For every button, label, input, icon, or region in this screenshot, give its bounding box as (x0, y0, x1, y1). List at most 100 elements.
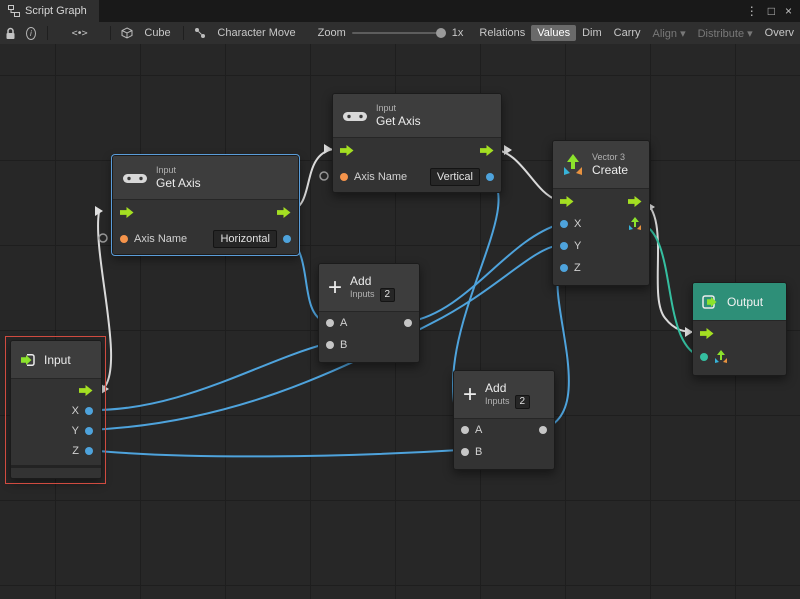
param-label: Axis Name (354, 171, 407, 183)
node-category: Input (376, 103, 421, 114)
lock-icon[interactable] (5, 27, 16, 40)
wire-input-z-to-add2-b[interactable] (88, 450, 460, 456)
flow-in-port[interactable] (120, 207, 134, 218)
node-header: Output (693, 283, 786, 321)
wire-add1-to-vector3-x[interactable] (408, 224, 560, 322)
axis-name-field[interactable]: Horizontal (213, 230, 277, 248)
node-title: Output (727, 295, 763, 309)
zoom-label: Zoom (318, 27, 346, 39)
z-in-port[interactable] (560, 264, 568, 272)
node-header: Vector 3 Create (553, 141, 649, 189)
node-category: Input (156, 165, 201, 176)
input-b-port[interactable] (326, 341, 334, 349)
port-label: X (72, 405, 79, 417)
value-out-port[interactable] (486, 173, 494, 181)
script-graph-window: Script Graph ⋮ □ × i <•> Cube (0, 0, 800, 599)
graph-asset-button[interactable]: Character Move (211, 25, 301, 41)
flow-in-port[interactable] (700, 328, 714, 339)
chevron-down-icon: ▾ (680, 28, 686, 40)
inputs-count-field[interactable]: 2 (515, 395, 531, 409)
graph-canvas[interactable]: Input Get Axis Axis Name Vertical (0, 44, 800, 599)
x-out-port[interactable] (85, 407, 93, 415)
cube-icon (121, 27, 133, 39)
maximize-icon[interactable]: □ (768, 5, 775, 17)
port-label: A (340, 317, 347, 329)
node-add-1[interactable]: + Add Inputs2 A B (318, 263, 420, 363)
node-category: Vector 3 (592, 152, 628, 163)
input-a-port[interactable] (461, 426, 469, 434)
align-dropdown[interactable]: Align ▾ (647, 25, 692, 42)
node-footer (11, 465, 101, 478)
zoom-slider[interactable] (352, 32, 446, 34)
unconnected-port-indicator[interactable] (99, 234, 107, 242)
node-vector3-create[interactable]: Vector 3 Create X Y (552, 140, 650, 286)
node-title: Input (44, 353, 71, 367)
input-b-port[interactable] (461, 448, 469, 456)
target-object-button[interactable]: Cube (138, 25, 176, 41)
flow-out-port[interactable] (480, 145, 494, 156)
graph-toolbar: i <•> Cube Character Move Zoom 1x Relati… (0, 22, 800, 45)
overview-button[interactable]: Overv (759, 25, 800, 41)
vector3-icon (562, 154, 584, 176)
flow-out-port[interactable] (628, 196, 642, 207)
node-output[interactable]: Output (692, 282, 787, 376)
node-add-2[interactable]: + Add Inputs2 A B (453, 370, 555, 470)
z-out-port[interactable] (85, 447, 93, 455)
port-label: Z (72, 445, 79, 457)
unconnected-port-indicator[interactable] (320, 172, 328, 180)
output-icon (702, 295, 719, 309)
value-out-port[interactable] (283, 235, 291, 243)
node-header: Input Get Axis (113, 156, 298, 200)
distribute-label: Distribute (698, 28, 744, 40)
port-label: B (475, 446, 482, 458)
tab-title: Script Graph (25, 5, 87, 17)
param-label: Axis Name (134, 233, 187, 245)
input-a-port[interactable] (326, 319, 334, 327)
port-label: Y (574, 240, 581, 252)
flow-in-port[interactable] (340, 145, 354, 156)
node-input[interactable]: Input X Y Z (10, 340, 102, 479)
y-in-port[interactable] (560, 242, 568, 250)
sum-out-port[interactable] (539, 426, 547, 434)
gamepad-icon (342, 108, 368, 124)
node-header: Input Get Axis (333, 94, 501, 138)
info-icon[interactable]: i (26, 27, 36, 40)
input-icon (20, 353, 36, 367)
flow-out-port[interactable] (277, 207, 291, 218)
vector3-result-port[interactable] (628, 217, 642, 231)
gamepad-icon (122, 170, 148, 186)
add-icon: + (328, 277, 342, 299)
zoom-slider-handle[interactable] (436, 28, 446, 38)
x-in-port[interactable] (560, 220, 568, 228)
node-title: Get Axis (156, 176, 201, 190)
wire-input-x-to-add1-b[interactable] (88, 344, 325, 410)
edit-graph-icon[interactable]: <•> (72, 28, 87, 39)
flow-out-port[interactable] (79, 385, 93, 396)
axis-name-field[interactable]: Vertical (430, 168, 480, 186)
script-graph-icon (8, 5, 20, 17)
values-button[interactable]: Values (531, 25, 576, 41)
tab-script-graph[interactable]: Script Graph (0, 0, 99, 22)
node-get-axis-horizontal[interactable]: Input Get Axis Axis Name Horizontal (112, 155, 299, 255)
carry-button[interactable]: Carry (608, 25, 647, 41)
axis-name-port[interactable] (340, 173, 348, 181)
axis-name-port[interactable] (120, 235, 128, 243)
node-header: + Add Inputs2 (319, 264, 419, 312)
tab-bar: Script Graph ⋮ □ × (0, 0, 800, 22)
inputs-count-field[interactable]: 2 (380, 288, 396, 302)
distribute-dropdown[interactable]: Distribute ▾ (692, 25, 759, 42)
value-in-port[interactable] (700, 353, 708, 361)
node-get-axis-vertical[interactable]: Input Get Axis Axis Name Vertical (332, 93, 502, 193)
flow-in-port[interactable] (560, 196, 574, 207)
relations-button[interactable]: Relations (473, 25, 531, 41)
inputs-label: Inputs (485, 396, 510, 407)
graph-asset-icon (194, 27, 206, 39)
close-icon[interactable]: × (785, 5, 792, 17)
sum-out-port[interactable] (404, 319, 412, 327)
node-title: Add (485, 381, 530, 395)
dim-button[interactable]: Dim (576, 25, 608, 41)
y-out-port[interactable] (85, 427, 93, 435)
inputs-label: Inputs (350, 289, 375, 300)
add-icon: + (463, 384, 477, 406)
menu-icon[interactable]: ⋮ (746, 5, 758, 17)
